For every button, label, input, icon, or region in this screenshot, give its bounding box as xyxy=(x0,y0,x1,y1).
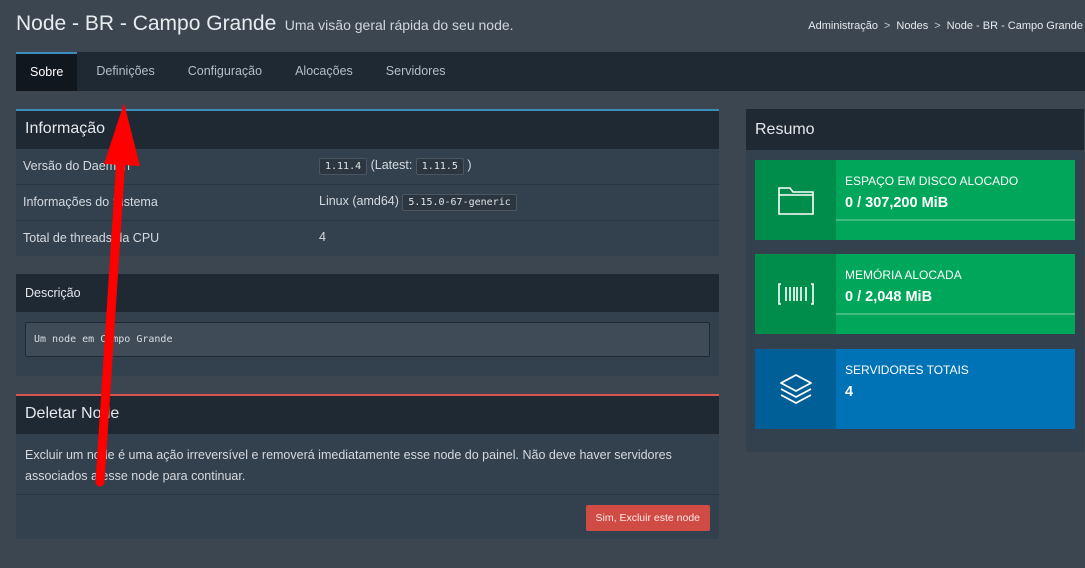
breadcrumb-separator: > xyxy=(934,20,941,32)
progress-bar xyxy=(836,219,1075,221)
description-title: Descrição xyxy=(16,274,719,312)
info-box: Informação Versão do Daemon 1.11.4 (Late… xyxy=(16,109,719,256)
breadcrumb-separator: > xyxy=(883,20,891,32)
disk-allocated-card: ESPAÇO EM DISCO ALOCADO 0 / 307,200 MiB xyxy=(755,160,1075,240)
barcode-icon xyxy=(755,254,836,334)
disk-allocated-value: 0 / 307,200 MiB xyxy=(845,195,949,211)
folder-icon xyxy=(755,160,836,240)
tab-allocations[interactable]: Alocações xyxy=(281,52,367,91)
tab-about[interactable]: Sobre xyxy=(16,52,78,91)
page-subtitle: Uma visão geral rápida do seu node. xyxy=(284,17,514,33)
delete-node-box: Deletar Node Excluir um node é uma ação … xyxy=(16,394,719,539)
table-row: Versão do Daemon 1.11.4 (Latest: 1.11.5 … xyxy=(16,149,719,185)
breadcrumb-current: Node - BR - Campo Grande xyxy=(946,20,1083,32)
os-text: Linux (amd64) xyxy=(319,194,399,208)
latest-prefix: (Latest: xyxy=(370,158,413,172)
description-box: Descrição Um node em Campo Grande xyxy=(16,274,719,376)
latest-suffix: ) xyxy=(467,158,472,172)
latest-version-tag: 1.11.5 xyxy=(415,158,464,175)
system-info-value: Linux (amd64) 5.15.0-67-generic xyxy=(319,194,517,211)
progress-bar xyxy=(836,313,1075,315)
table-row: Informações do Sistema Linux (amd64) 5.1… xyxy=(16,185,719,221)
delete-node-title: Deletar Node xyxy=(16,396,719,434)
daemon-version-value: 1.11.4 (Latest: 1.11.5 ) xyxy=(319,158,472,175)
description-text: Um node em Campo Grande xyxy=(25,322,710,357)
breadcrumb: Administração > Nodes > Node - BR - Campo Gr… xyxy=(808,20,1083,32)
info-box-title: Informação xyxy=(16,111,719,149)
table-row: Total de threads da CPU 4 xyxy=(16,221,719,257)
system-info-label: Informações do Sistema xyxy=(23,195,158,209)
page-title: Node - BR - Campo Grande xyxy=(16,12,277,35)
delete-warning-text: Excluir um node é uma ação irreversível … xyxy=(25,448,672,483)
cpu-threads-value: 4 xyxy=(319,230,326,244)
cpu-threads-label: Total de threads da CPU xyxy=(23,231,160,245)
memory-allocated-label: MEMÓRIA ALOCADA xyxy=(845,268,962,282)
summary-box: Resumo ESPAÇO EM DISCO ALOCADO 0 / 307,2… xyxy=(746,109,1084,452)
tab-configuration[interactable]: Configuração xyxy=(174,52,276,91)
tab-servers[interactable]: Servidores xyxy=(372,52,460,91)
delete-node-button[interactable]: Sim, Excluir este node xyxy=(585,505,710,531)
layers-icon xyxy=(755,349,836,429)
breadcrumb-admin[interactable]: Administração xyxy=(808,20,878,32)
total-servers-value: 4 xyxy=(845,384,854,400)
disk-allocated-label: ESPAÇO EM DISCO ALOCADO xyxy=(845,174,1019,188)
tab-settings[interactable]: Definições xyxy=(82,52,168,91)
total-servers-card: SERVIDORES TOTAIS 4 xyxy=(755,349,1075,429)
memory-allocated-value: 0 / 2,048 MiB xyxy=(845,289,933,305)
kernel-tag: 5.15.0-67-generic xyxy=(402,194,517,211)
summary-title: Resumo xyxy=(746,109,1084,150)
daemon-version-label: Versão do Daemon xyxy=(23,159,131,173)
version-tag: 1.11.4 xyxy=(319,158,368,175)
breadcrumb-nodes[interactable]: Nodes xyxy=(896,20,928,32)
delete-footer: Sim, Excluir este node xyxy=(16,494,719,539)
page-header: Node - BR - Campo Grande Uma visão geral… xyxy=(16,12,1085,42)
node-tabs: Sobre Definições Configuração Alocações … xyxy=(16,52,1085,91)
info-table: Versão do Daemon 1.11.4 (Latest: 1.11.5 … xyxy=(16,149,719,257)
memory-allocated-card: MEMÓRIA ALOCADA 0 / 2,048 MiB xyxy=(755,254,1075,334)
total-servers-label: SERVIDORES TOTAIS xyxy=(845,363,969,377)
